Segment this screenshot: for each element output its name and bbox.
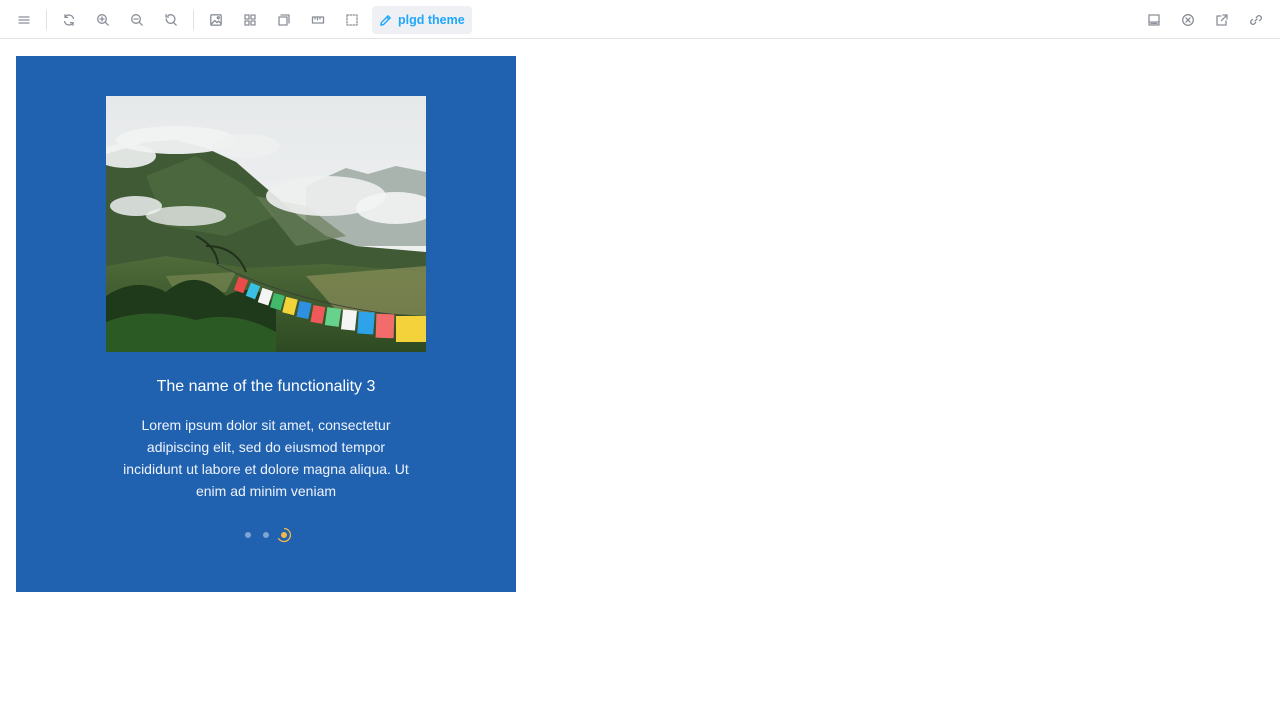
pagination-dot-3-active[interactable] xyxy=(276,527,292,543)
slide-title: The name of the functionality 3 xyxy=(156,378,376,395)
viewport-icon[interactable] xyxy=(338,6,366,34)
zoom-reset-icon[interactable] xyxy=(157,6,185,34)
outline-icon[interactable] xyxy=(270,6,298,34)
toolbar-divider xyxy=(193,10,194,30)
measure-icon[interactable] xyxy=(304,6,332,34)
reload-icon[interactable] xyxy=(55,6,83,34)
toolbar-divider xyxy=(46,10,47,30)
pencil-icon xyxy=(380,14,391,26)
background-icon[interactable] xyxy=(202,6,230,34)
theme-button-label: plgd theme xyxy=(398,13,465,27)
storybook-toolbar: plgd theme xyxy=(0,0,1280,39)
menu-icon[interactable] xyxy=(10,6,38,34)
grid-icon[interactable] xyxy=(236,6,264,34)
theme-button[interactable]: plgd theme xyxy=(372,6,472,34)
open-new-tab-icon[interactable] xyxy=(1208,6,1236,34)
slide-description: Lorem ipsum dolor sit amet, consectetur … xyxy=(123,417,409,499)
pagination-dot-1[interactable] xyxy=(245,532,251,538)
close-icon[interactable] xyxy=(1174,6,1202,34)
carousel-slide: The name of the functionality 3 Lorem ip… xyxy=(16,56,516,592)
copy-link-icon[interactable] xyxy=(1242,6,1270,34)
slide-image xyxy=(106,96,426,352)
zoom-in-icon[interactable] xyxy=(89,6,117,34)
pagination-dot-2[interactable] xyxy=(263,532,269,538)
zoom-out-icon[interactable] xyxy=(123,6,151,34)
carousel-pagination xyxy=(16,526,516,544)
panel-icon[interactable] xyxy=(1140,6,1168,34)
